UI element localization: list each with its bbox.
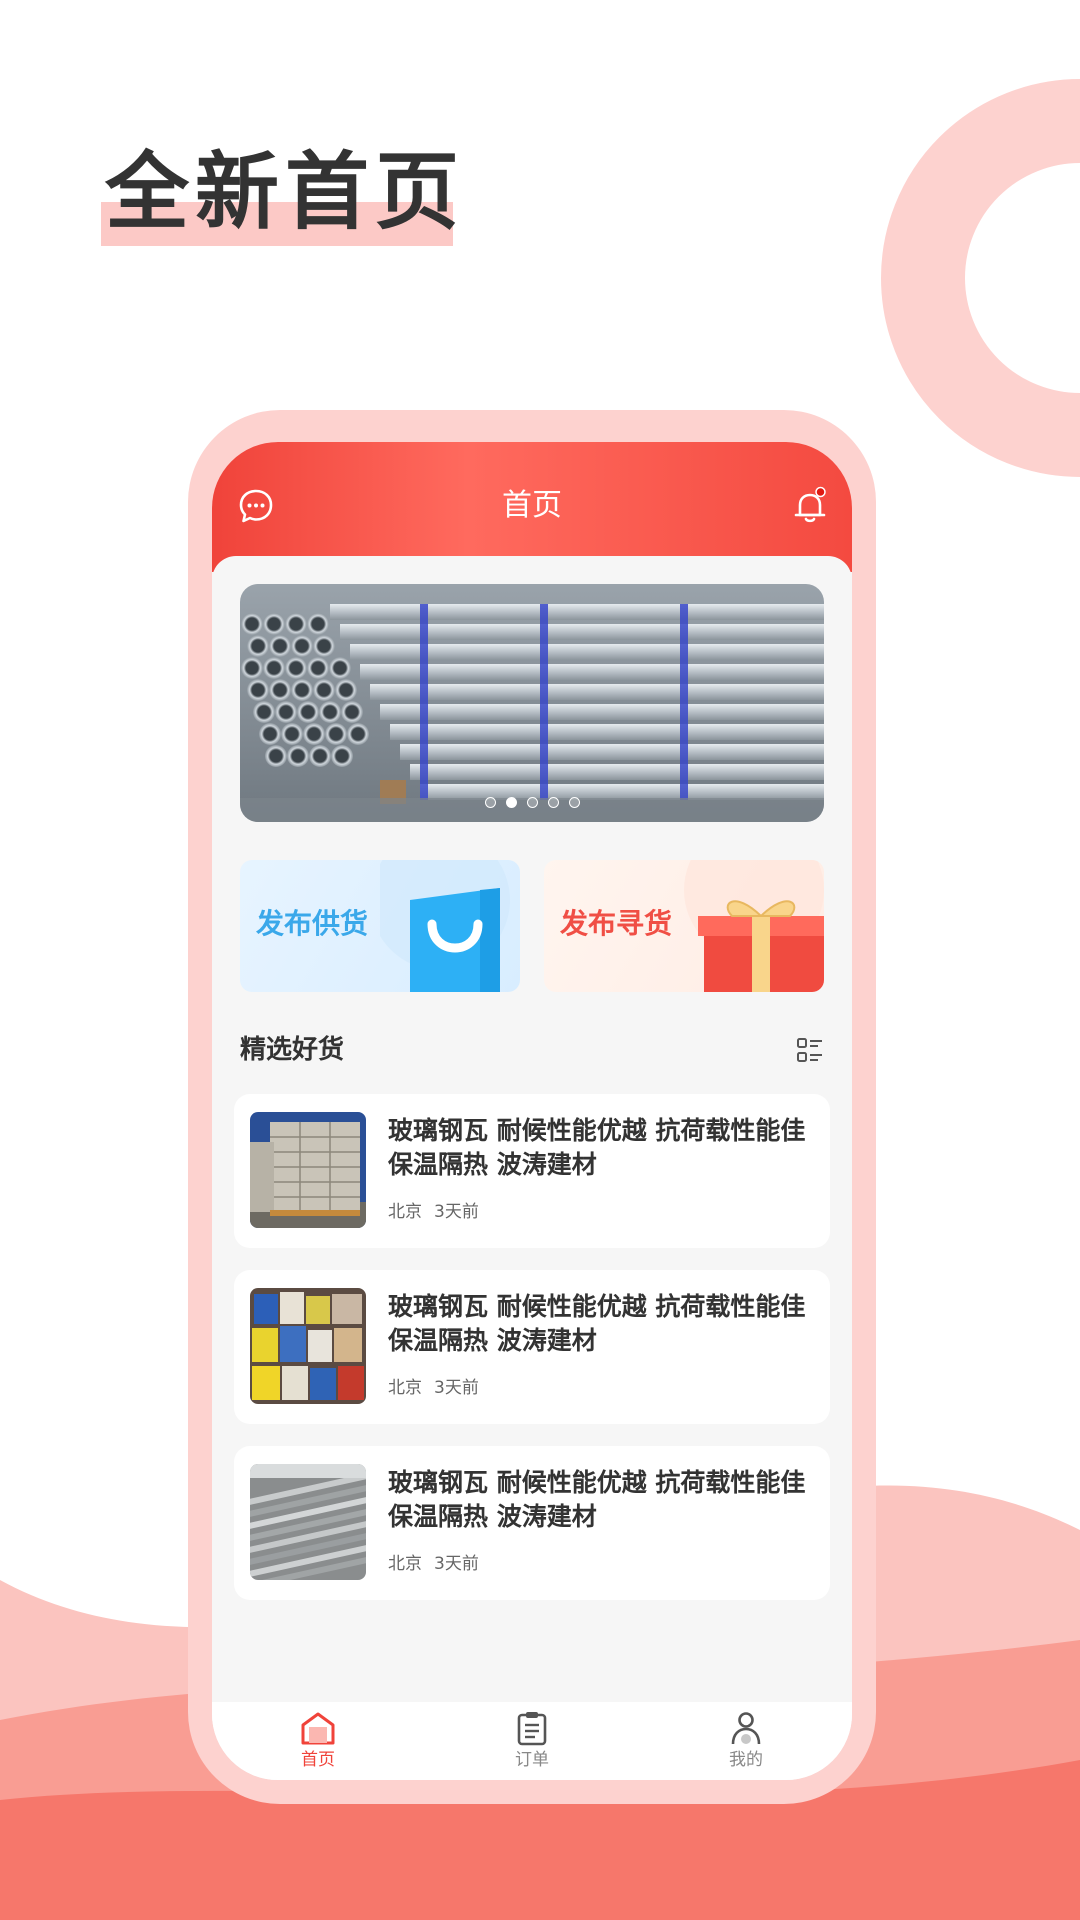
publish-supply-label: 发布供货 (256, 907, 369, 940)
publish-seek-button[interactable]: 发布寻货 (544, 860, 824, 992)
product-meta: 北京 3天前 (388, 1552, 491, 1576)
user-icon (731, 1712, 761, 1745)
tab-home-label: 首页 (301, 1750, 335, 1770)
headline: 全新首页 (101, 142, 459, 250)
page-title: 首页 (502, 488, 562, 523)
paint-buckets-photo (250, 1288, 366, 1404)
steel-rods-photo (250, 1464, 366, 1580)
carousel-dot[interactable] (547, 797, 559, 808)
tab-home[interactable]: 首页 (258, 1708, 378, 1772)
carousel-dots (240, 793, 824, 812)
product-title: 玻璃钢瓦 耐候性能优越 抗荷载性能佳 保温隔热 波涛建材 (388, 1116, 806, 1179)
section-title: 精选好货 (240, 1035, 345, 1065)
publish-seek-label: 发布寻货 (560, 907, 673, 940)
product-title: 玻璃钢瓦 耐候性能优越 抗荷载性能佳 保温隔热 波涛建材 (388, 1468, 806, 1531)
clipboard-icon (517, 1712, 547, 1746)
tab-profile-label: 我的 (729, 1750, 763, 1770)
product-card[interactable]: 玻璃钢瓦 耐候性能优越 抗荷载性能佳 保温隔热 波涛建材 北京 3天前 (234, 1270, 830, 1424)
carousel-dot[interactable] (526, 797, 538, 808)
nav-bar: 首页 (212, 442, 852, 572)
stacked-bricks-photo (250, 1112, 366, 1228)
product-time: 3天前 (434, 1554, 479, 1574)
list-view-icon[interactable] (796, 1036, 824, 1064)
phone-screen: 首页 发布供货 发布寻货 精选好货 玻璃钢瓦 耐候性能优越 抗荷载性能佳 保温隔… (212, 442, 852, 1780)
publish-supply-button[interactable]: 发布供货 (240, 860, 520, 992)
carousel-dot[interactable] (568, 797, 580, 808)
steel-pipes-photo (240, 584, 824, 822)
product-location: 北京 (388, 1378, 422, 1398)
product-location: 北京 (388, 1554, 422, 1574)
product-card[interactable]: 玻璃钢瓦 耐候性能优越 抗荷载性能佳 保温隔热 波涛建材 北京 3天前 (234, 1446, 830, 1600)
tab-orders-label: 订单 (515, 1750, 549, 1770)
bell-icon[interactable] (790, 486, 830, 526)
banner-carousel[interactable] (240, 584, 824, 822)
gift-box-icon (684, 860, 824, 992)
product-time: 3天前 (434, 1378, 479, 1398)
product-time: 3天前 (434, 1202, 479, 1222)
shopping-bag-icon (380, 860, 510, 992)
product-meta: 北京 3天前 (388, 1200, 491, 1224)
tab-profile[interactable]: 我的 (686, 1708, 806, 1772)
product-title: 玻璃钢瓦 耐候性能优越 抗荷载性能佳 保温隔热 波涛建材 (388, 1292, 806, 1355)
tab-bar: 首页 订单 我的 (212, 1702, 852, 1780)
product-meta: 北京 3天前 (388, 1376, 491, 1400)
home-icon (301, 1712, 335, 1745)
product-card[interactable]: 玻璃钢瓦 耐候性能优越 抗荷载性能佳 保温隔热 波涛建材 北京 3天前 (234, 1094, 830, 1248)
tab-orders[interactable]: 订单 (472, 1708, 592, 1772)
carousel-dot[interactable] (484, 797, 496, 808)
product-location: 北京 (388, 1202, 422, 1222)
carousel-dot-active[interactable] (505, 797, 517, 808)
main-content: 发布供货 发布寻货 精选好货 玻璃钢瓦 耐候性能优越 抗荷载性能佳 保温隔热 波… (212, 556, 852, 1780)
headline-text: 全新首页 (105, 143, 466, 241)
